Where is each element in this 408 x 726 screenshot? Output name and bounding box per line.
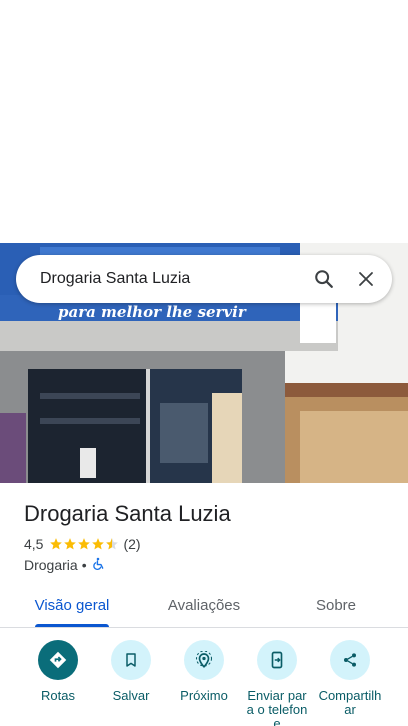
wheelchair-icon — [91, 557, 105, 574]
close-icon[interactable] — [346, 259, 386, 299]
share-icon[interactable] — [330, 640, 370, 680]
star-icon — [50, 538, 63, 550]
map-area-blank — [0, 0, 408, 243]
star-half-icon — [106, 538, 119, 550]
separator-dot: • — [81, 557, 87, 573]
rating-stars — [49, 537, 119, 551]
send-to-phone-icon[interactable] — [257, 640, 297, 680]
directions-label: Rotas — [41, 688, 75, 703]
share-label: Compartilhar — [318, 688, 382, 717]
nearby-icon[interactable] — [184, 640, 224, 680]
nearby-button[interactable]: Próximo — [164, 640, 244, 703]
search-bar[interactable]: Drogaria Santa Luzia — [16, 255, 392, 303]
star-icon — [78, 538, 91, 550]
directions-button[interactable]: Rotas — [18, 640, 98, 703]
star-icon — [92, 538, 105, 550]
rating-value: 4,5 — [24, 536, 44, 552]
send-to-phone-label: Enviar para o telefone — [246, 688, 308, 726]
active-tab-indicator — [35, 624, 109, 627]
send-to-phone-button[interactable]: Enviar para o telefone — [237, 640, 317, 726]
review-count[interactable]: (2) — [123, 536, 140, 552]
save-button[interactable]: Salvar — [91, 640, 171, 703]
category-row: Drogaria • — [24, 556, 394, 574]
tab-overview[interactable]: Visão geral — [27, 583, 117, 627]
search-icon[interactable] — [304, 259, 344, 299]
place-info: Drogaria Santa Luzia 4,5 (2) Drogaria • — [24, 500, 394, 574]
tab-bar: Visão geral Avaliações Sobre — [0, 583, 408, 628]
star-icon — [64, 538, 77, 550]
nearby-label: Próximo — [180, 688, 228, 703]
tab-reviews[interactable]: Avaliações — [159, 583, 249, 627]
tab-about[interactable]: Sobre — [296, 583, 376, 627]
store-sign-text: para melhor lhe servir — [58, 303, 247, 321]
place-title: Drogaria Santa Luzia — [24, 501, 231, 526]
bookmark-icon[interactable] — [111, 640, 151, 680]
rating-row[interactable]: 4,5 (2) — [24, 535, 394, 553]
save-label: Salvar — [112, 688, 150, 703]
place-category: Drogaria — [24, 557, 78, 573]
search-input[interactable]: Drogaria Santa Luzia — [16, 270, 304, 288]
action-bar: Rotas Salvar Próximo Enviar para o telef… — [0, 640, 408, 726]
directions-icon[interactable] — [38, 640, 78, 680]
share-button[interactable]: Compartilhar — [310, 640, 390, 717]
